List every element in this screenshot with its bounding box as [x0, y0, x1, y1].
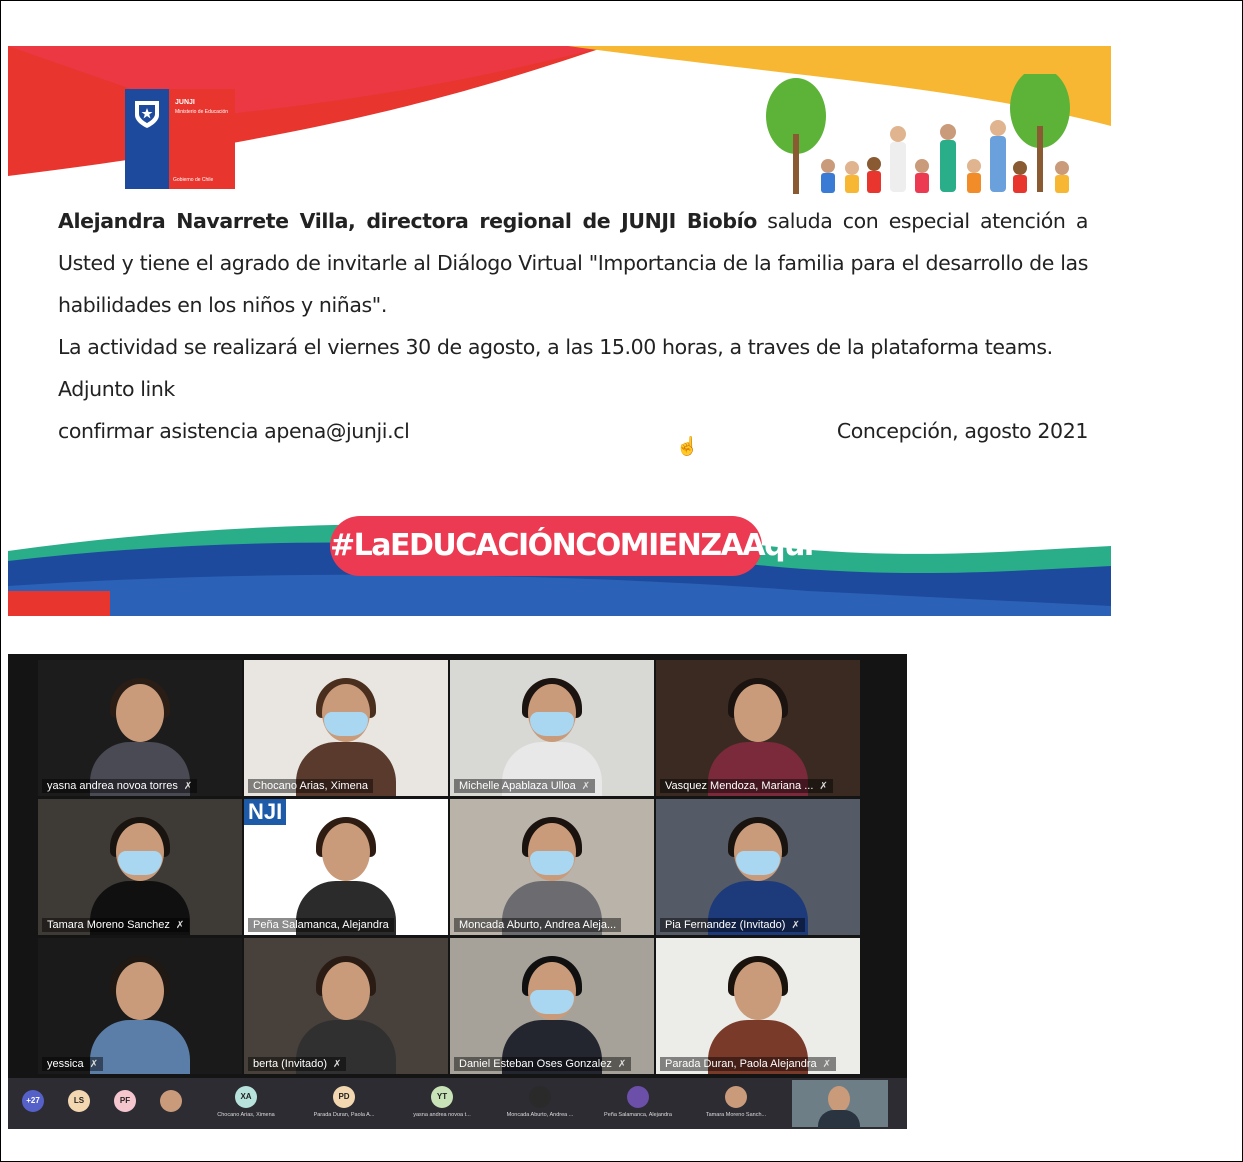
participant-name: Vasquez Mendoza, Mariana ... ✗: [660, 779, 833, 793]
self-view-thumbnail[interactable]: [792, 1080, 888, 1128]
avatar[interactable]: PF: [114, 1090, 136, 1112]
avatar: [627, 1086, 649, 1108]
junji-logo: JUNJI Ministerio de Educación Gobierno d…: [125, 89, 235, 189]
invitation-banner: JUNJI Ministerio de Educación Gobierno d…: [8, 46, 1111, 616]
participant-name: yasna andrea novoa torres ✗: [42, 779, 198, 793]
participant-tile[interactable]: Michelle Apablaza Ulloa ✗: [450, 660, 654, 796]
mic-off-icon: ✗: [175, 920, 185, 931]
junji-brand-label: NJI: [244, 799, 287, 825]
participant-tile[interactable]: Moncada Aburto, Andrea Aleja...: [450, 799, 654, 935]
mic-off-icon: ✗: [791, 920, 800, 931]
logo-title: JUNJI: [175, 99, 195, 106]
participant-name: Moncada Aburto, Andrea Aleja...: [454, 918, 622, 932]
invitation-text: Alejandra Navarrete Villa, directora reg…: [58, 200, 1088, 452]
coat-of-arms-icon: [135, 101, 159, 128]
participant-tile[interactable]: NJI Peña Salamanca, Alejandra: [244, 799, 448, 935]
mic-off-icon: ✗: [822, 1059, 832, 1070]
participant-name: yessica ✗: [42, 1057, 104, 1071]
mic-off-icon: ✗: [581, 781, 591, 792]
participant-tile[interactable]: Daniel Esteban Oses Gonzalez ✗: [450, 938, 654, 1074]
participant-name: Chocano Arias, Ximena: [248, 779, 373, 793]
participant-tile[interactable]: Vasquez Mendoza, Mariana ... ✗: [656, 660, 860, 796]
overflow-count-badge[interactable]: +27: [22, 1090, 44, 1112]
avatar[interactable]: LS: [68, 1090, 90, 1112]
sender-name: Alejandra Navarrete Villa, directora reg…: [58, 209, 757, 233]
tray-participant[interactable]: Tamara Moreno Sanch...: [688, 1086, 784, 1126]
avatar[interactable]: [160, 1090, 182, 1112]
logo-government: Gobierno de Chile: [173, 177, 214, 183]
place-date: Concepción, agosto 2021: [836, 419, 1089, 443]
mic-off-icon: ✗: [617, 1059, 627, 1070]
mic-off-icon: ✗: [819, 781, 828, 792]
logo-ministry: Ministerio de Educación: [175, 109, 229, 115]
tray-participant-name: Parada Duran, Paola A...: [313, 1112, 375, 1118]
avatar: XA: [235, 1086, 257, 1108]
tray-participant-name: Chocano Arias, Ximena: [217, 1112, 275, 1118]
tray-participant[interactable]: YT yasna andrea novoa t...: [394, 1086, 490, 1126]
avatar: PD: [333, 1086, 355, 1108]
participant-name: Peña Salamanca, Alejandra: [248, 918, 394, 932]
campaign-hashtag: #LaEDUCACIÓNCOMIENZAAquí: [330, 516, 814, 576]
participant-name: Pia Fernandez (Invitado) ✗: [660, 918, 805, 932]
participant-tile[interactable]: Parada Duran, Paola Alejandra ✗: [656, 938, 860, 1074]
tray-participant[interactable]: XA Chocano Arias, Ximena: [198, 1086, 294, 1126]
participant-name: berta (Invitado) ✗: [248, 1057, 347, 1071]
invitation-paragraph-1: Alejandra Navarrete Villa, directora reg…: [58, 200, 1088, 326]
participant-name: Daniel Esteban Oses Gonzalez ✗: [454, 1057, 632, 1071]
participant-tile[interactable]: yasna andrea novoa torres ✗: [38, 660, 242, 796]
mic-off-icon: ✗: [89, 1059, 99, 1070]
participant-tray: +27 LS PF XA Chocano Arias, Ximena PD Parad…: [8, 1078, 907, 1129]
participant-tile[interactable]: Pia Fernandez (Invitado) ✗: [656, 799, 860, 935]
participant-tile[interactable]: berta (Invitado) ✗: [244, 938, 448, 1074]
participant-name: Tamara Moreno Sanchez ✗: [42, 918, 190, 932]
mic-off-icon: ✗: [332, 1059, 342, 1070]
avatar: [529, 1086, 551, 1108]
tray-participant-name: Tamara Moreno Sanch...: [705, 1112, 767, 1118]
tray-participant-name: Moncada Aburto, Andrea ...: [506, 1112, 574, 1118]
tray-participant[interactable]: Peña Salamanca, Alejandra: [590, 1086, 686, 1126]
rsvp-email: confirmar asistencia apena@junji.cl: [58, 419, 410, 443]
attachment-note: Adjunto link: [58, 377, 175, 401]
children-illustration: [766, 74, 1070, 194]
participant-tile[interactable]: yessica ✗: [38, 938, 242, 1074]
video-call-screenshot: yasna andrea novoa torres ✗ Chocano Arias,…: [8, 654, 907, 1129]
participant-name: Michelle Apablaza Ulloa ✗: [454, 779, 596, 793]
avatar: YT: [431, 1086, 453, 1108]
participant-video: [90, 956, 190, 1074]
tray-participant-name: yasna andrea novoa t...: [413, 1112, 471, 1118]
activity-details: La actividad se realizará el viernes 30 …: [58, 335, 1053, 359]
participant-name: Parada Duran, Paola Alejandra ✗: [660, 1057, 837, 1071]
mic-off-icon: ✗: [183, 781, 193, 792]
tray-participant-name: Peña Salamanca, Alejandra: [604, 1112, 672, 1118]
participant-tile[interactable]: Tamara Moreno Sanchez ✗: [38, 799, 242, 935]
tray-participant[interactable]: PD Parada Duran, Paola A...: [296, 1086, 392, 1126]
hand-cursor-icon: ☝: [676, 436, 699, 456]
participant-tile[interactable]: Chocano Arias, Ximena: [244, 660, 448, 796]
tray-participant[interactable]: Moncada Aburto, Andrea ...: [492, 1086, 588, 1126]
avatar: [725, 1086, 747, 1108]
